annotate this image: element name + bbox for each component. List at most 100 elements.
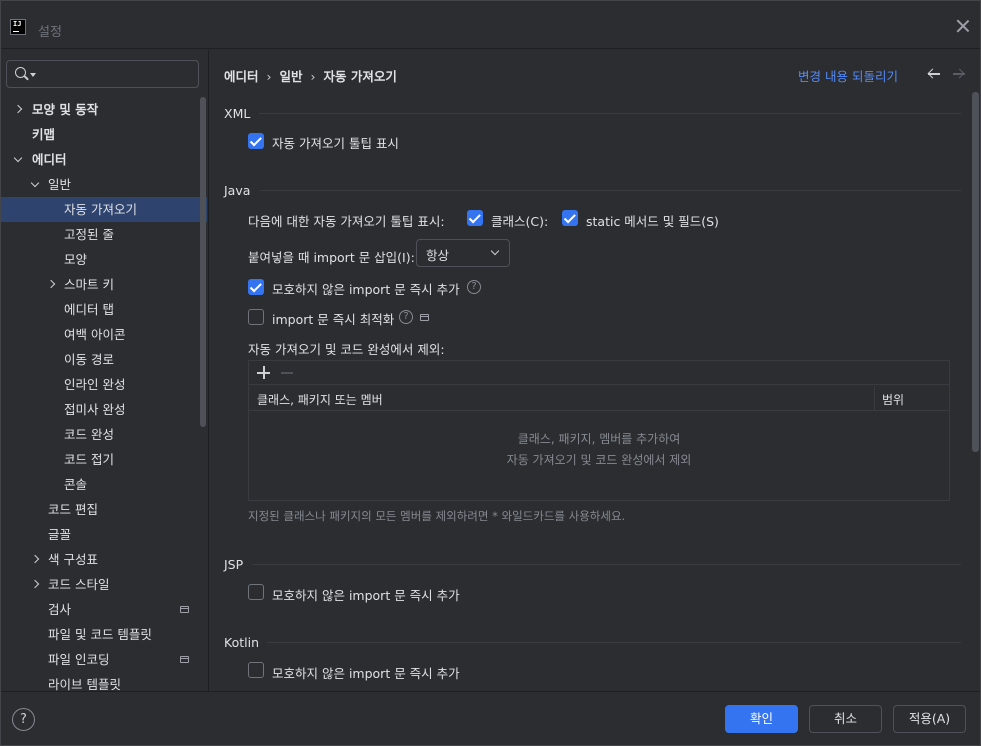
close-icon[interactable] [956, 19, 970, 33]
exclude-table-header: 클래스, 패키지 또는 멤버 범위 [249, 386, 949, 411]
help-icon[interactable]: ? [12, 708, 35, 731]
sidebar-item[interactable]: 글꼴 [1, 522, 207, 547]
remove-icon[interactable] [281, 372, 293, 374]
sidebar-item[interactable]: 콘솔 [1, 472, 207, 497]
help-icon[interactable]: ? [467, 280, 481, 294]
settings-search-input[interactable] [39, 63, 194, 85]
sidebar-item[interactable]: 자동 가져오기 [1, 197, 207, 222]
tooltip-classes-label: 클래스(C): [491, 214, 549, 229]
chevron-right-icon[interactable] [14, 97, 24, 122]
sidebar-item-label: 이동 경로 [64, 352, 114, 367]
add-unambiguous-imports-java-label: 모호하지 않은 import 문 즉시 추가 [272, 282, 460, 297]
java-tooltip-prefix-label: 다음에 대한 자동 가져오기 툴팁 표시: [248, 214, 445, 229]
intellij-app-icon: IJ [10, 19, 26, 35]
sidebar-item-label: 인라인 완성 [64, 377, 126, 392]
reset-changes-link[interactable]: 변경 내용 되돌리기 [798, 66, 898, 85]
sidebar-item[interactable]: 파일 및 코드 템플릿 [1, 622, 207, 647]
apply-button[interactable]: 적용(A) [893, 705, 966, 733]
add-icon[interactable] [257, 366, 270, 379]
tooltip-static-members-label: static 메서드 및 필드(S) [586, 214, 719, 229]
sidebar-item[interactable]: 코드 스타일 [1, 572, 207, 597]
exclude-table: 클래스, 패키지 또는 멤버 범위 클래스, 패키지, 멤버를 추가하여 자동 … [248, 360, 950, 501]
column-divider[interactable] [874, 386, 875, 411]
optimize-imports-label: import 문 즉시 최적화 [272, 312, 395, 327]
breadcrumb-item: 일반 [279, 69, 303, 84]
forward-arrow-icon[interactable] [952, 68, 966, 80]
sidebar-scrollbar[interactable] [200, 97, 206, 427]
show-tooltip-xml-label: 자동 가져오기 툴팁 표시 [272, 136, 399, 151]
sidebar-item-label: 모양 [64, 252, 88, 267]
sidebar-item[interactable]: 고정된 줄 [1, 222, 207, 247]
sidebar-item-label: 파일 인코딩 [48, 652, 110, 667]
settings-tree: 모양 및 동작키맵에디터일반자동 가져오기고정된 줄모양스마트 키 에디터 탭 여백… [1, 97, 207, 691]
back-arrow-icon[interactable] [927, 68, 941, 80]
breadcrumb-separator: › [266, 69, 272, 84]
sidebar-item-label: 고정된 줄 [64, 227, 114, 242]
window-title: 설정 [38, 25, 62, 40]
sidebar-item[interactable]: 일반 [1, 172, 207, 197]
sidebar-item-label: 일반 [48, 177, 72, 192]
sidebar-item-label: 접미사 완성 [64, 402, 126, 417]
sidebar-item-label: 에디터 [32, 152, 67, 167]
sidebar-item[interactable]: 코드 접기 [1, 447, 207, 472]
add-unambiguous-imports-kotlin-checkbox[interactable] [248, 662, 264, 678]
ok-button[interactable]: 확인 [725, 705, 798, 733]
sidebar-item-label: 코드 스타일 [48, 577, 110, 592]
tooltip-static-members-checkbox[interactable] [562, 210, 578, 226]
chevron-right-icon[interactable] [31, 572, 41, 597]
cancel-button[interactable]: 취소 [809, 705, 882, 733]
help-icon[interactable]: ? [399, 310, 413, 324]
add-unambiguous-imports-jsp-checkbox[interactable] [248, 584, 264, 600]
exclude-table-toolbar [249, 361, 949, 385]
sidebar-item[interactable]: 여백 아이콘 [1, 322, 207, 347]
sidebar-item[interactable]: 라이브 템플릿 [1, 672, 207, 691]
insert-import-on-paste-dropdown[interactable]: 항상 [416, 239, 510, 267]
sidebar-item[interactable]: 모양 [1, 247, 207, 272]
sidebar-item[interactable]: 파일 인코딩 [1, 647, 207, 672]
add-unambiguous-imports-java-checkbox[interactable] [248, 279, 264, 295]
sidebar-item-label: 글꼴 [48, 527, 72, 542]
sidebar-item[interactable]: 색 구성표 [1, 547, 207, 572]
content-scrollbar[interactable] [972, 92, 979, 452]
section-title-java: Java [224, 183, 251, 198]
tooltip-classes-checkbox[interactable] [467, 210, 483, 226]
sidebar-item[interactable]: 이동 경로 [1, 347, 207, 372]
sidebar-item[interactable]: 인라인 완성 [1, 372, 207, 397]
sidebar-item[interactable]: 코드 완성 [1, 422, 207, 447]
chevron-right-icon[interactable] [31, 547, 41, 572]
column-header-name[interactable]: 클래스, 패키지 또는 멤버 [257, 391, 383, 408]
settings-content: 에디터 › 일반 › 자동 가져오기 변경 내용 되돌리기 XML 자동 가져오기 툴팁… [210, 50, 980, 691]
sidebar-item[interactable]: 키맵 [1, 122, 207, 147]
sidebar-item-label: 모양 및 동작 [32, 102, 99, 117]
optimize-imports-checkbox[interactable] [248, 309, 264, 325]
settings-search-box[interactable] [6, 60, 199, 88]
sidebar-item-label: 콘솔 [64, 477, 88, 492]
add-unambiguous-imports-kotlin-label: 모호하지 않은 import 문 즉시 추가 [272, 666, 460, 681]
sidebar-item-label: 파일 및 코드 템플릿 [48, 627, 152, 642]
sidebar-item[interactable]: 에디터 탭 [1, 297, 207, 322]
chevron-down-icon [490, 246, 500, 256]
show-tooltip-xml-checkbox[interactable] [248, 133, 264, 149]
wildcard-hint: 지정된 클래스나 패키지의 모든 멤버를 제외하려면 * 와일드카드를 사용하세… [248, 509, 626, 523]
sidebar-item-label: 라이브 템플릿 [48, 677, 121, 691]
breadcrumb: 에디터 › 일반 › 자동 가져오기 [224, 66, 397, 85]
sidebar-item[interactable]: 모양 및 동작 [1, 97, 207, 122]
section-title-xml: XML [224, 106, 251, 121]
chevron-down-icon[interactable] [31, 172, 41, 197]
search-history-dropdown-icon[interactable] [30, 73, 36, 77]
sidebar-item-label: 검사 [48, 602, 72, 617]
column-header-scope[interactable]: 범위 [882, 391, 904, 408]
sidebar-item[interactable]: 에디터 [1, 147, 207, 172]
sidebar-item[interactable]: 코드 편집 [1, 497, 207, 522]
exclude-table-empty-text: 클래스, 패키지, 멤버를 추가하여 자동 가져오기 및 코드 완성에서 제외 [249, 429, 949, 471]
insert-import-on-paste-value: 항상 [426, 248, 450, 263]
sidebar-item[interactable]: 검사 [1, 597, 207, 622]
empty-text-line: 자동 가져오기 및 코드 완성에서 제외 [506, 453, 692, 467]
search-icon[interactable] [15, 67, 26, 78]
sidebar-item-label: 키맵 [32, 127, 56, 142]
sidebar-item[interactable]: 접미사 완성 [1, 397, 207, 422]
dialog-footer: ? 확인 취소 적용(A) [1, 691, 980, 745]
sidebar-item[interactable]: 스마트 키 [1, 272, 207, 297]
chevron-right-icon[interactable] [47, 272, 57, 297]
chevron-down-icon[interactable] [14, 147, 24, 172]
